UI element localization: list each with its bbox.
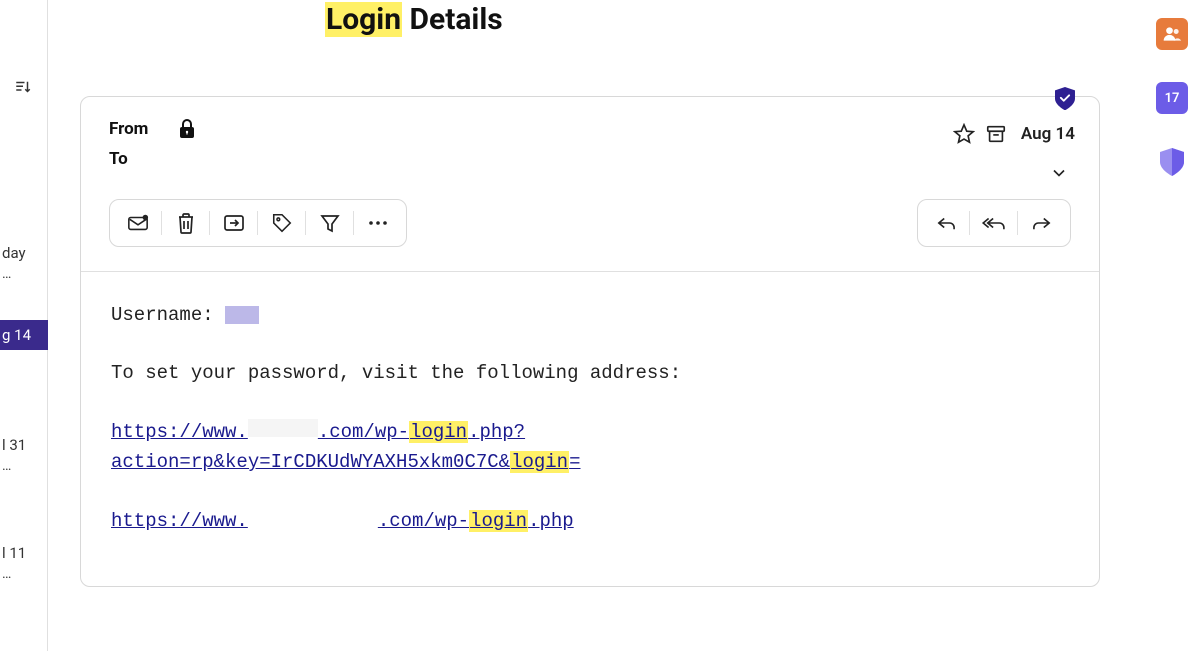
- list-item[interactable]: g 14: [0, 320, 48, 350]
- card-header: From To: [81, 97, 1099, 187]
- chevron-down-icon[interactable]: [1049, 163, 1069, 183]
- message-card: From To: [80, 96, 1100, 587]
- redacted-username: [225, 306, 259, 324]
- from-row: From: [109, 119, 1071, 139]
- list-item-primary: g 14: [2, 326, 46, 344]
- filter-button[interactable]: [306, 203, 354, 243]
- to-row: To: [109, 149, 1071, 169]
- title-rest: Details: [402, 2, 503, 37]
- list-item-secondary: …: [2, 458, 46, 474]
- reset-link[interactable]: https://www..com/wp-login.php?: [111, 421, 525, 443]
- contacts-icon[interactable]: [1156, 18, 1188, 50]
- calendar-day: 17: [1165, 91, 1180, 106]
- list-item-primary: l 11: [2, 544, 46, 562]
- username-label: Username:: [111, 304, 225, 326]
- verified-shield-icon: [1055, 87, 1075, 111]
- redacted-domain: [248, 419, 318, 437]
- login-link-line: https://www..com/wp-login.php: [111, 506, 1069, 536]
- login-link[interactable]: https://www..com/wp-login.php: [111, 510, 574, 532]
- reply-toolbar: [917, 199, 1071, 247]
- instruction-line: To set your password, visit the followin…: [111, 358, 1069, 388]
- forward-button[interactable]: [1018, 203, 1066, 243]
- list-item-primary: day: [2, 244, 46, 262]
- message-date: Aug 14: [1021, 124, 1075, 144]
- reply-all-button[interactable]: [970, 203, 1018, 243]
- from-label: From: [109, 119, 148, 139]
- more-button[interactable]: [354, 203, 402, 243]
- reset-link-line2: action=rp&key=IrCDKUdWYAXH5xkm0C7C&login…: [111, 447, 1069, 477]
- header-right-actions: Aug 14: [953, 123, 1075, 145]
- toolbar-row: [81, 187, 1099, 271]
- actions-toolbar: [109, 199, 407, 247]
- list-item[interactable]: l 11 …: [0, 538, 48, 588]
- security-shield-icon[interactable]: [1156, 146, 1188, 178]
- label-button[interactable]: [258, 203, 306, 243]
- reset-link[interactable]: action=rp&key=IrCDKUdWYAXH5xkm0C7C&login…: [111, 451, 581, 473]
- message-body: Username: To set your password, visit th…: [81, 271, 1099, 586]
- message-list: day … g 14 l 31 … l 11 …: [0, 0, 48, 651]
- title-highlight: Login: [325, 2, 402, 37]
- mark-unread-button[interactable]: [114, 203, 162, 243]
- move-button[interactable]: [210, 203, 258, 243]
- list-item-secondary: …: [2, 266, 46, 282]
- star-icon[interactable]: [953, 123, 975, 145]
- reset-link-line1: https://www..com/wp-login.php?: [111, 417, 1069, 447]
- to-label: To: [109, 149, 128, 169]
- list-item[interactable]: day …: [0, 238, 48, 288]
- list-item-secondary: …: [2, 566, 46, 582]
- page-title: Login Details: [325, 2, 503, 37]
- username-line: Username:: [111, 300, 1069, 330]
- list-item[interactable]: l 31 …: [0, 430, 48, 480]
- list-item-primary: l 31: [2, 436, 46, 454]
- calendar-icon[interactable]: 17: [1156, 82, 1188, 114]
- archive-icon[interactable]: [985, 123, 1007, 145]
- right-rail: 17: [1148, 18, 1196, 178]
- reply-button[interactable]: [922, 203, 970, 243]
- lock-icon: [178, 119, 196, 139]
- delete-button[interactable]: [162, 203, 210, 243]
